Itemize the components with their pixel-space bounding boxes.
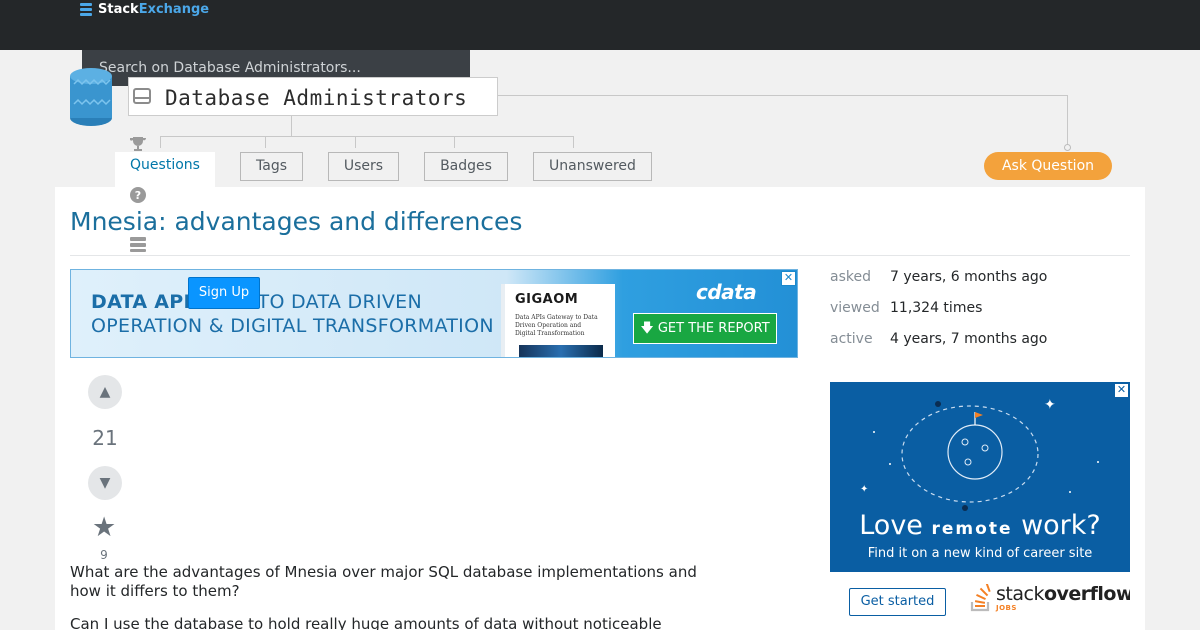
search-placeholder: Search on Database Administrators... (99, 60, 361, 76)
database-logo-icon[interactable] (70, 66, 112, 126)
downvote-button[interactable]: ▼ (88, 466, 122, 500)
sign-up-button[interactable]: Sign Up (188, 277, 260, 309)
tab-tags[interactable]: Tags (240, 152, 303, 181)
get-started-button[interactable]: Get started (849, 588, 946, 616)
report-cover-image (519, 345, 603, 357)
inbox-icon (133, 88, 151, 104)
jobs-ad-headline: Love remote work? (859, 510, 1101, 541)
close-ad-icon[interactable]: ✕ (1114, 383, 1129, 398)
arrow-down-icon: 🡇 (640, 321, 654, 336)
moon-illustration: ✦ ✦ (860, 397, 1099, 511)
connector-line (573, 136, 574, 148)
asked-value[interactable]: 7 years, 6 months ago (890, 269, 1047, 285)
question-paragraph: What are the advantages of Mnesia over m… (70, 563, 697, 600)
stackexchange-logo[interactable]: StackExchange (80, 0, 209, 18)
report-cover: GIGAOM Data APIs Gateway to Data Driven … (505, 284, 615, 357)
cdata-logo: cdata (696, 280, 757, 304)
favorite-star-icon[interactable]: ★ (92, 512, 116, 543)
connector-node (1064, 144, 1071, 151)
site-title-box[interactable]: Database Administrators (128, 77, 498, 116)
active-label: active (830, 331, 873, 347)
favorite-count: 9 (100, 548, 108, 562)
stackexchange-menu-icon[interactable] (128, 236, 148, 258)
triangle-down-icon: ▼ (99, 475, 111, 491)
tab-questions[interactable]: Questions (115, 152, 215, 188)
connector-line (291, 116, 292, 136)
vote-count: 21 (92, 426, 118, 450)
connector-line (160, 136, 574, 137)
tab-users[interactable]: Users (328, 152, 399, 181)
question-title[interactable]: Mnesia: advantages and differences (70, 207, 522, 236)
tab-unanswered[interactable]: Unanswered (533, 152, 652, 181)
jobs-ad-subline: Find it on a new kind of career site (867, 546, 1093, 561)
svg-text:?: ? (135, 189, 141, 202)
question-paragraph: Can I use the database to hold really hu… (70, 615, 662, 630)
get-report-button[interactable]: 🡇 GET THE REPORT (633, 313, 777, 344)
tab-badges[interactable]: Badges (424, 152, 508, 181)
ask-question-button[interactable]: Ask Question (984, 152, 1112, 180)
jobs-ad[interactable]: ✦ ✦ ✕ Love remote work? Find it on a new… (830, 382, 1130, 630)
svg-text:✦: ✦ (860, 484, 868, 495)
question-body: What are the advantages of Mnesia over m… (70, 563, 710, 630)
close-ad-icon[interactable]: ✕ (781, 271, 796, 286)
svg-text:✦: ✦ (1044, 397, 1056, 413)
upvote-button[interactable]: ▲ (88, 375, 122, 409)
asked-label: asked (830, 269, 871, 285)
trophy-icon[interactable] (128, 135, 148, 157)
viewed-label: viewed (830, 300, 880, 316)
connector-line (498, 95, 1068, 96)
triangle-up-icon: ▲ (99, 384, 111, 400)
stackexchange-icon (80, 2, 92, 16)
stackoverflow-jobs-logo: stackoverflow JOBS (970, 584, 1130, 612)
connector-line (355, 136, 356, 148)
viewed-value: 11,324 times (890, 300, 983, 316)
top-bar: StackExchange (0, 0, 1200, 50)
jobs-ad-footer: Get started stackoverflow JOBS (830, 572, 1130, 630)
divider (70, 255, 1130, 256)
connector-line (265, 136, 266, 148)
connector-line (160, 136, 161, 148)
banner-ad[interactable]: DATA APIs WAY TO DATA DRIVEN OPERATION &… (70, 269, 798, 358)
connector-line (1067, 95, 1068, 147)
help-icon[interactable]: ? (128, 186, 148, 208)
active-value[interactable]: 4 years, 7 months ago (890, 331, 1047, 347)
connector-line (454, 136, 455, 148)
banner-ad-text: DATA APIs WAY TO DATA DRIVEN OPERATION &… (91, 291, 494, 337)
site-name: Database Administrators (165, 86, 468, 110)
stackoverflow-icon (970, 584, 991, 612)
